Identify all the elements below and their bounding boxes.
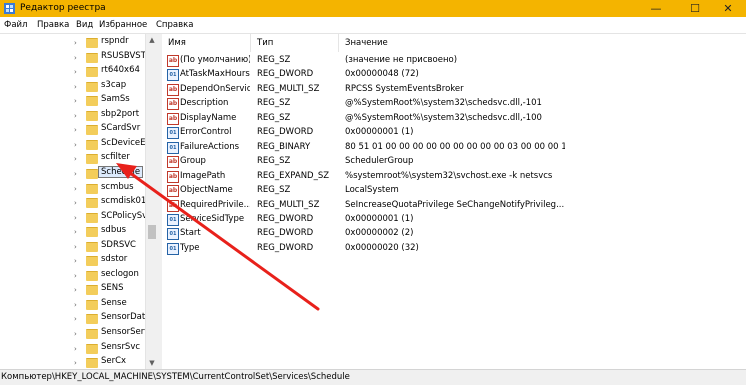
annotation-arrow: [116, 163, 320, 311]
